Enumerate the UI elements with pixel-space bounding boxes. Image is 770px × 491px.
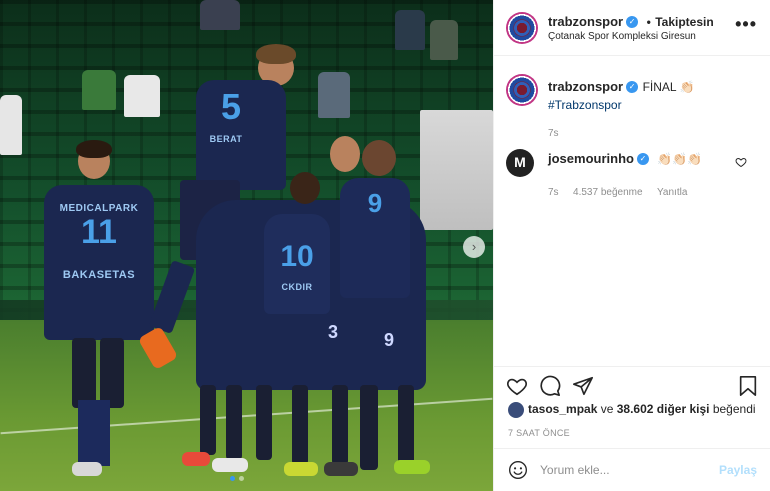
verified-icon: ✓ [626,80,639,93]
comment-likes[interactable]: 4.537 beğenme [573,187,643,198]
post-time[interactable]: 7 SAAT ÖNCE [508,428,570,438]
comments-area: trabzonspor ✓ FİNAL 👏🏻 #Trabzonspor 7s M … [494,56,770,366]
player-leg [256,385,272,460]
comment-input[interactable] [540,461,710,479]
spectator [82,70,116,110]
player-leg [72,338,96,408]
avatar[interactable]: M [506,149,534,177]
carousel-dot-active [230,476,235,481]
player-boot [72,462,102,476]
comment-time: 7s [548,187,559,198]
comment-text: 👏🏻👏🏻👏🏻 [657,152,703,166]
player-head [290,172,320,204]
follow-status[interactable]: Takiptesin [655,15,713,29]
next-photo-button[interactable]: › [463,236,485,258]
player-sock [92,400,110,466]
player-cekdir: 10 CKDIR [264,214,330,314]
jersey-name: BERAT [209,134,243,144]
bookmark-icon[interactable] [738,375,758,397]
player-head [362,140,396,176]
player-leg [332,385,348,465]
likes-summary[interactable]: tasos_mpak ve 38.602 diğer kişi beğendi [508,402,756,418]
player-celebrating: 9 [340,178,410,298]
reply-button[interactable]: Yanıtla [657,187,687,198]
player-leg [226,385,242,460]
jersey-name: CKDIR [281,282,313,292]
player-boot [212,458,248,472]
more-options-icon[interactable]: ••• [735,14,757,35]
comment-icon[interactable] [539,375,561,397]
verified-icon: ✓ [636,152,649,165]
caption-text: FİNAL 👏🏻 [642,80,695,94]
spectator [200,0,240,30]
player-hair [76,140,112,158]
post-comment-button[interactable]: Paylaş [719,463,757,477]
player-bakasetas: MEDICALPARK 11 BAKASETAS [44,185,154,340]
player-leg [292,385,308,465]
comment-username[interactable]: josemourinho [548,151,634,166]
first-liker[interactable]: tasos_mpak [528,402,597,416]
avatar[interactable] [506,74,538,106]
likes-connector: ve [600,402,614,417]
carousel-dots [230,476,244,481]
spectator [124,75,160,117]
player-boot [324,462,358,476]
player-head [330,136,360,172]
location-link[interactable]: Çotanak Spor Kompleksi Giresun [548,31,696,42]
spectator [0,95,22,155]
player-leg [100,338,124,408]
heart-icon[interactable] [506,375,528,397]
emoji-icon[interactable] [508,460,528,480]
jersey-number: 5 [220,86,242,127]
post-photo[interactable]: MEDICALPARK 11 BAKASETAS 5 BERAT 10 CKDI… [0,0,493,491]
post-actions [494,366,770,406]
carousel-dot [239,476,244,481]
caption: trabzonspor ✓ FİNAL 👏🏻 #Trabzonspor 7s [548,78,694,139]
player-hair [256,44,296,64]
comment-box: Paylaş [494,448,770,491]
player-boot [394,460,430,474]
jersey-number-9: 9 [384,330,395,350]
avatar[interactable] [506,12,538,44]
hashtag-link[interactable]: #Trabzonspor [548,98,694,112]
player-leg [360,385,378,470]
spectator [318,72,350,118]
post-sidebar: trabzonspor ✓ • Takiptesin Çotanak Spor K… [493,0,770,491]
share-icon[interactable] [572,375,594,397]
header-title-row: trabzonspor ✓ • Takiptesin [548,13,714,31]
post-header: trabzonspor ✓ • Takiptesin Çotanak Spor K… [494,0,770,56]
player-berat: 5 BERAT [196,80,286,190]
likes-others[interactable]: 38.602 diğer kişi [617,402,710,416]
jersey-number: 10 [280,240,314,273]
jersey-name: BAKASETAS [62,269,136,281]
jersey-number: 11 [81,213,117,251]
comment-meta: 7s 4.537 beğenme Yanıtla [548,182,702,200]
header-username[interactable]: trabzonspor [548,14,623,29]
player-leg [398,385,414,465]
player-boot [182,452,210,466]
liker-avatar [508,402,524,418]
caption-time: 7s [548,128,559,139]
likes-suffix: beğendi [712,402,756,417]
player-leg [200,385,216,455]
jersey-number: 9 [367,188,383,218]
comment-item: josemourinho ✓ 👏🏻👏🏻👏🏻 7s 4.537 beğenme Ya… [548,150,702,200]
spectator [430,20,458,60]
spectator [420,110,493,230]
verified-icon: ✓ [626,15,639,28]
player-boot [284,462,318,476]
spectator [395,10,425,50]
comment-like-icon[interactable] [735,156,747,168]
caption-username[interactable]: trabzonspor [548,79,623,94]
header-separator: • [646,15,651,29]
jersey-number-3: 3 [328,322,339,342]
